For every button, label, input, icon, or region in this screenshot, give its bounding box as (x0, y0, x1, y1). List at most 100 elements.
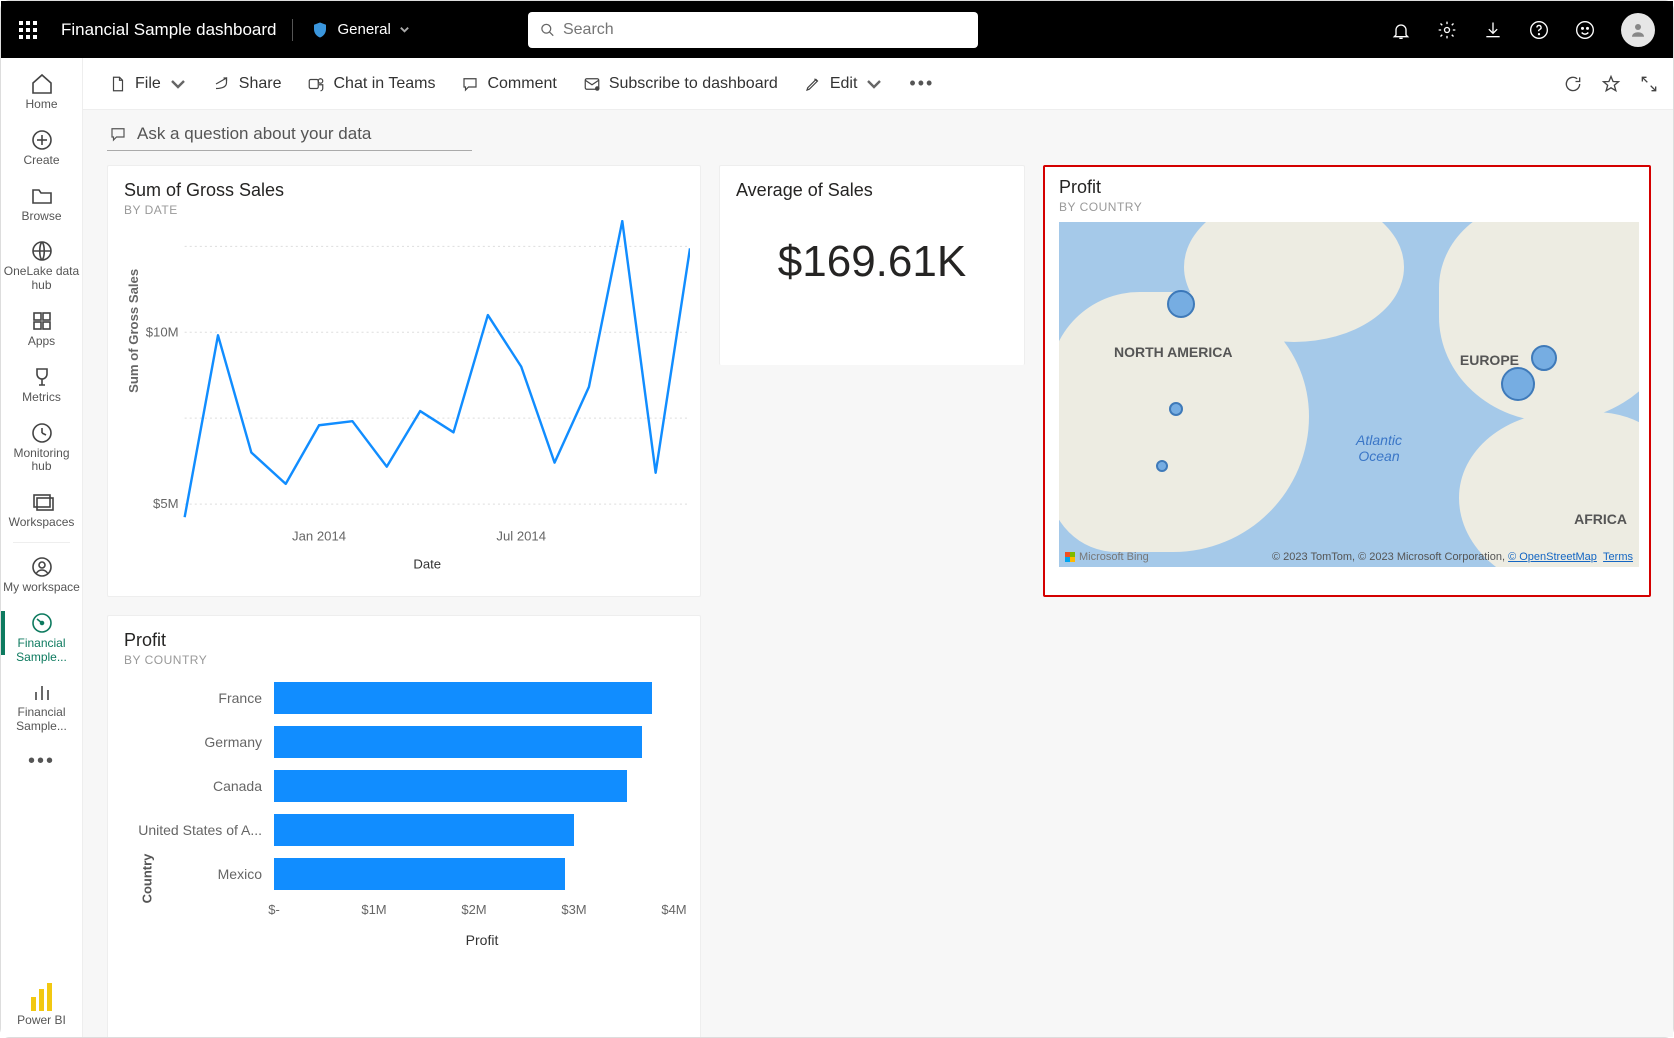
tile-profit-map[interactable]: Profit By Country NORTH AMERICA EUROPE A… (1043, 165, 1651, 597)
app-launcher-icon[interactable] (19, 21, 37, 39)
bar-row[interactable]: Germany (124, 720, 690, 764)
chat-bubble-icon (109, 125, 127, 143)
chevron-down-icon (399, 24, 410, 35)
bar-row[interactable]: France (124, 676, 690, 720)
dashboard-canvas: Ask a question about your data Sum of Gr… (83, 110, 1673, 1037)
favorite-star-icon[interactable] (1601, 74, 1621, 94)
bar-category-label: France (124, 690, 274, 706)
svg-text:$10M: $10M (146, 324, 179, 339)
more-options-button[interactable]: ••• (897, 67, 946, 100)
map-bubble-canada[interactable] (1167, 290, 1195, 318)
nav-browse-label: Browse (21, 210, 61, 224)
chat-label: Chat in Teams (333, 75, 435, 93)
sensitivity-dropdown[interactable]: General (303, 17, 417, 43)
folder-icon (30, 184, 54, 208)
account-avatar[interactable] (1621, 13, 1655, 47)
tile-gross-sales-line[interactable]: Sum of Gross Sales By Date $5M $10M (107, 165, 701, 597)
bar-x-tick: $3M (561, 902, 586, 917)
bar-row[interactable]: United States of A... (124, 808, 690, 852)
fullscreen-icon[interactable] (1639, 74, 1659, 94)
share-button[interactable]: Share (201, 69, 294, 99)
bar-row[interactable]: Canada (124, 764, 690, 808)
tile-title: Profit (124, 630, 684, 651)
svg-text:Jan 2014: Jan 2014 (292, 528, 346, 543)
subscribe-label: Subscribe to dashboard (609, 75, 778, 93)
workspaces-icon (30, 490, 54, 514)
download-icon[interactable] (1483, 20, 1503, 40)
bar-x-tick: $4M (661, 902, 686, 917)
nav-more[interactable]: ••• (1, 742, 82, 781)
map-label-eu: EUROPE (1460, 352, 1519, 368)
tile-title: Sum of Gross Sales (124, 180, 684, 201)
bar-row[interactable]: Mexico (124, 852, 690, 896)
ellipsis-icon: ••• (909, 73, 934, 94)
tile-profit-bar[interactable]: Profit By Country Country FranceGermanyC… (107, 615, 701, 1037)
nav-workspaces[interactable]: Workspaces (1, 482, 82, 538)
gauge-icon (30, 611, 54, 635)
map-bubble-usa[interactable] (1169, 402, 1183, 416)
nav-powerbi-label: Power BI (1, 1013, 82, 1037)
map-bubble-mexico[interactable] (1156, 460, 1168, 472)
file-menu[interactable]: File (97, 69, 199, 99)
nav-home[interactable]: Home (1, 64, 82, 120)
svg-text:Sum of Gross Sales: Sum of Gross Sales (126, 269, 141, 393)
comment-label: Comment (487, 75, 556, 93)
nav-financial-sample-2[interactable]: Financial Sample... (1, 672, 82, 742)
comment-button[interactable]: Comment (449, 69, 568, 99)
bar-rect (274, 858, 565, 890)
map-bubble-germany[interactable] (1501, 367, 1535, 401)
pencil-icon (804, 75, 822, 93)
bar-x-tick: $1M (361, 902, 386, 917)
search-icon (540, 22, 555, 38)
nav-financial-sample-1[interactable]: Financial Sample... (1, 603, 82, 673)
map-bing-attrib: Microsoft Bing (1065, 551, 1149, 563)
search-input[interactable] (563, 21, 966, 39)
bar-x-tick: $2M (461, 902, 486, 917)
bar-rect (274, 770, 627, 802)
nav-create[interactable]: Create (1, 120, 82, 176)
map-label-na: NORTH AMERICA (1114, 344, 1232, 360)
bar-category-label: Germany (124, 734, 274, 750)
bar-category-label: Canada (124, 778, 274, 794)
bar-category-label: United States of A... (124, 822, 274, 838)
plus-circle-icon (30, 128, 54, 152)
svg-text:$5M: $5M (153, 496, 179, 511)
dashboard-title: Financial Sample dashboard (61, 20, 276, 40)
notifications-icon[interactable] (1391, 20, 1411, 40)
subscribe-button[interactable]: Subscribe to dashboard (571, 69, 790, 99)
bar-chart-area: Country France Germany Canada United States… (124, 670, 690, 1036)
search-box[interactable] (528, 12, 978, 48)
bar-rect (274, 682, 652, 714)
bar-chart-icon (30, 680, 54, 704)
nav-apps-label: Apps (28, 335, 55, 349)
nav-browse[interactable]: Browse (1, 176, 82, 232)
nav-my-workspace[interactable]: My workspace (1, 547, 82, 603)
edit-menu[interactable]: Edit (792, 69, 896, 99)
settings-gear-icon[interactable] (1437, 20, 1457, 40)
nav-monitoring[interactable]: Monitoring hub (1, 413, 82, 483)
map-bubble-france[interactable] (1531, 345, 1557, 371)
nav-divider (13, 542, 70, 543)
nav-apps[interactable]: Apps (1, 301, 82, 357)
help-icon[interactable] (1529, 20, 1549, 40)
map-osm-link[interactable]: © OpenStreetMap (1508, 551, 1597, 563)
share-label: Share (239, 75, 282, 93)
bar-ylabel: Country (139, 854, 154, 904)
tile-average-sales-kpi[interactable]: Average of Sales $169.61K (719, 165, 1025, 365)
chat-in-teams-button[interactable]: Chat in Teams (295, 69, 447, 99)
subscribe-icon (583, 75, 601, 93)
trophy-icon (30, 365, 54, 389)
nav-create-label: Create (23, 154, 59, 168)
nav-metrics[interactable]: Metrics (1, 357, 82, 413)
nav-powerbi[interactable]: Power BI (1, 971, 82, 1037)
nav-ws1-label: Financial Sample... (3, 637, 80, 665)
map-visual[interactable]: NORTH AMERICA EUROPE AFRICA Atlantic Oce… (1059, 222, 1639, 567)
shield-icon (311, 21, 329, 39)
map-label-af: AFRICA (1574, 511, 1627, 527)
feedback-smiley-icon[interactable] (1575, 20, 1595, 40)
qa-question-box[interactable]: Ask a question about your data (107, 120, 472, 151)
refresh-icon[interactable] (1563, 74, 1583, 94)
share-icon (213, 75, 231, 93)
map-terms-link[interactable]: Terms (1603, 551, 1633, 563)
nav-onelake[interactable]: OneLake data hub (1, 231, 82, 301)
